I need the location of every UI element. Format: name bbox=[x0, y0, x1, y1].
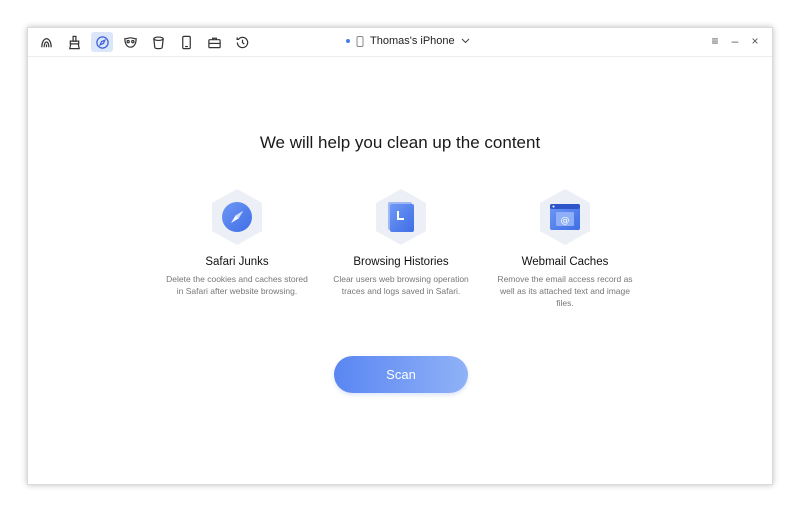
phone-small-icon bbox=[356, 35, 364, 47]
briefcase-icon[interactable] bbox=[203, 32, 225, 52]
feature-browsing-histories: Browsing Histories Clear users web brows… bbox=[326, 188, 476, 297]
safari-compass-icon[interactable] bbox=[91, 32, 113, 52]
scan-button[interactable]: Scan bbox=[334, 356, 468, 393]
privacy-shield-icon[interactable] bbox=[35, 32, 57, 52]
feature-title: Webmail Caches bbox=[521, 256, 609, 268]
mask-icon[interactable] bbox=[119, 32, 141, 52]
toolbar: Thomas's iPhone ≡ – × bbox=[28, 28, 772, 57]
feature-hex: @ bbox=[538, 188, 592, 246]
device-name: Thomas's iPhone bbox=[370, 35, 455, 47]
app-window: Thomas's iPhone ≡ – × We will help you c… bbox=[27, 27, 773, 485]
history-document-icon bbox=[388, 202, 414, 232]
feature-description: Clear users web browsing operation trace… bbox=[333, 274, 469, 296]
minimize-button[interactable]: – bbox=[730, 34, 740, 48]
brush-clean-icon[interactable] bbox=[63, 32, 85, 52]
device-selector[interactable]: Thomas's iPhone bbox=[346, 35, 470, 47]
compass-icon bbox=[222, 202, 252, 232]
close-button[interactable]: × bbox=[750, 34, 760, 48]
phone-icon[interactable] bbox=[175, 32, 197, 52]
webmail-icon: @ bbox=[550, 204, 580, 230]
chevron-down-icon bbox=[461, 38, 470, 44]
window-controls: ≡ – × bbox=[710, 34, 760, 48]
page-title: We will help you clean up the content bbox=[259, 133, 541, 152]
svg-text:@: @ bbox=[561, 216, 570, 226]
feature-hex bbox=[210, 188, 264, 246]
feature-safari-junks: Safari Junks Delete the cookies and cach… bbox=[162, 188, 312, 297]
feature-title: Safari Junks bbox=[205, 256, 269, 268]
trash-bin-icon[interactable] bbox=[147, 32, 169, 52]
feature-hex bbox=[374, 188, 428, 246]
feature-description: Delete the cookies and caches stored in … bbox=[166, 274, 308, 296]
history-clock-icon[interactable] bbox=[231, 32, 253, 52]
connection-dot bbox=[346, 39, 350, 43]
feature-webmail-caches: @ Webmail Caches Remove the email access… bbox=[490, 188, 640, 309]
feature-description: Remove the email access record as well a… bbox=[497, 274, 633, 308]
menu-icon[interactable]: ≡ bbox=[710, 34, 720, 48]
feature-title: Browsing Histories bbox=[353, 256, 449, 268]
